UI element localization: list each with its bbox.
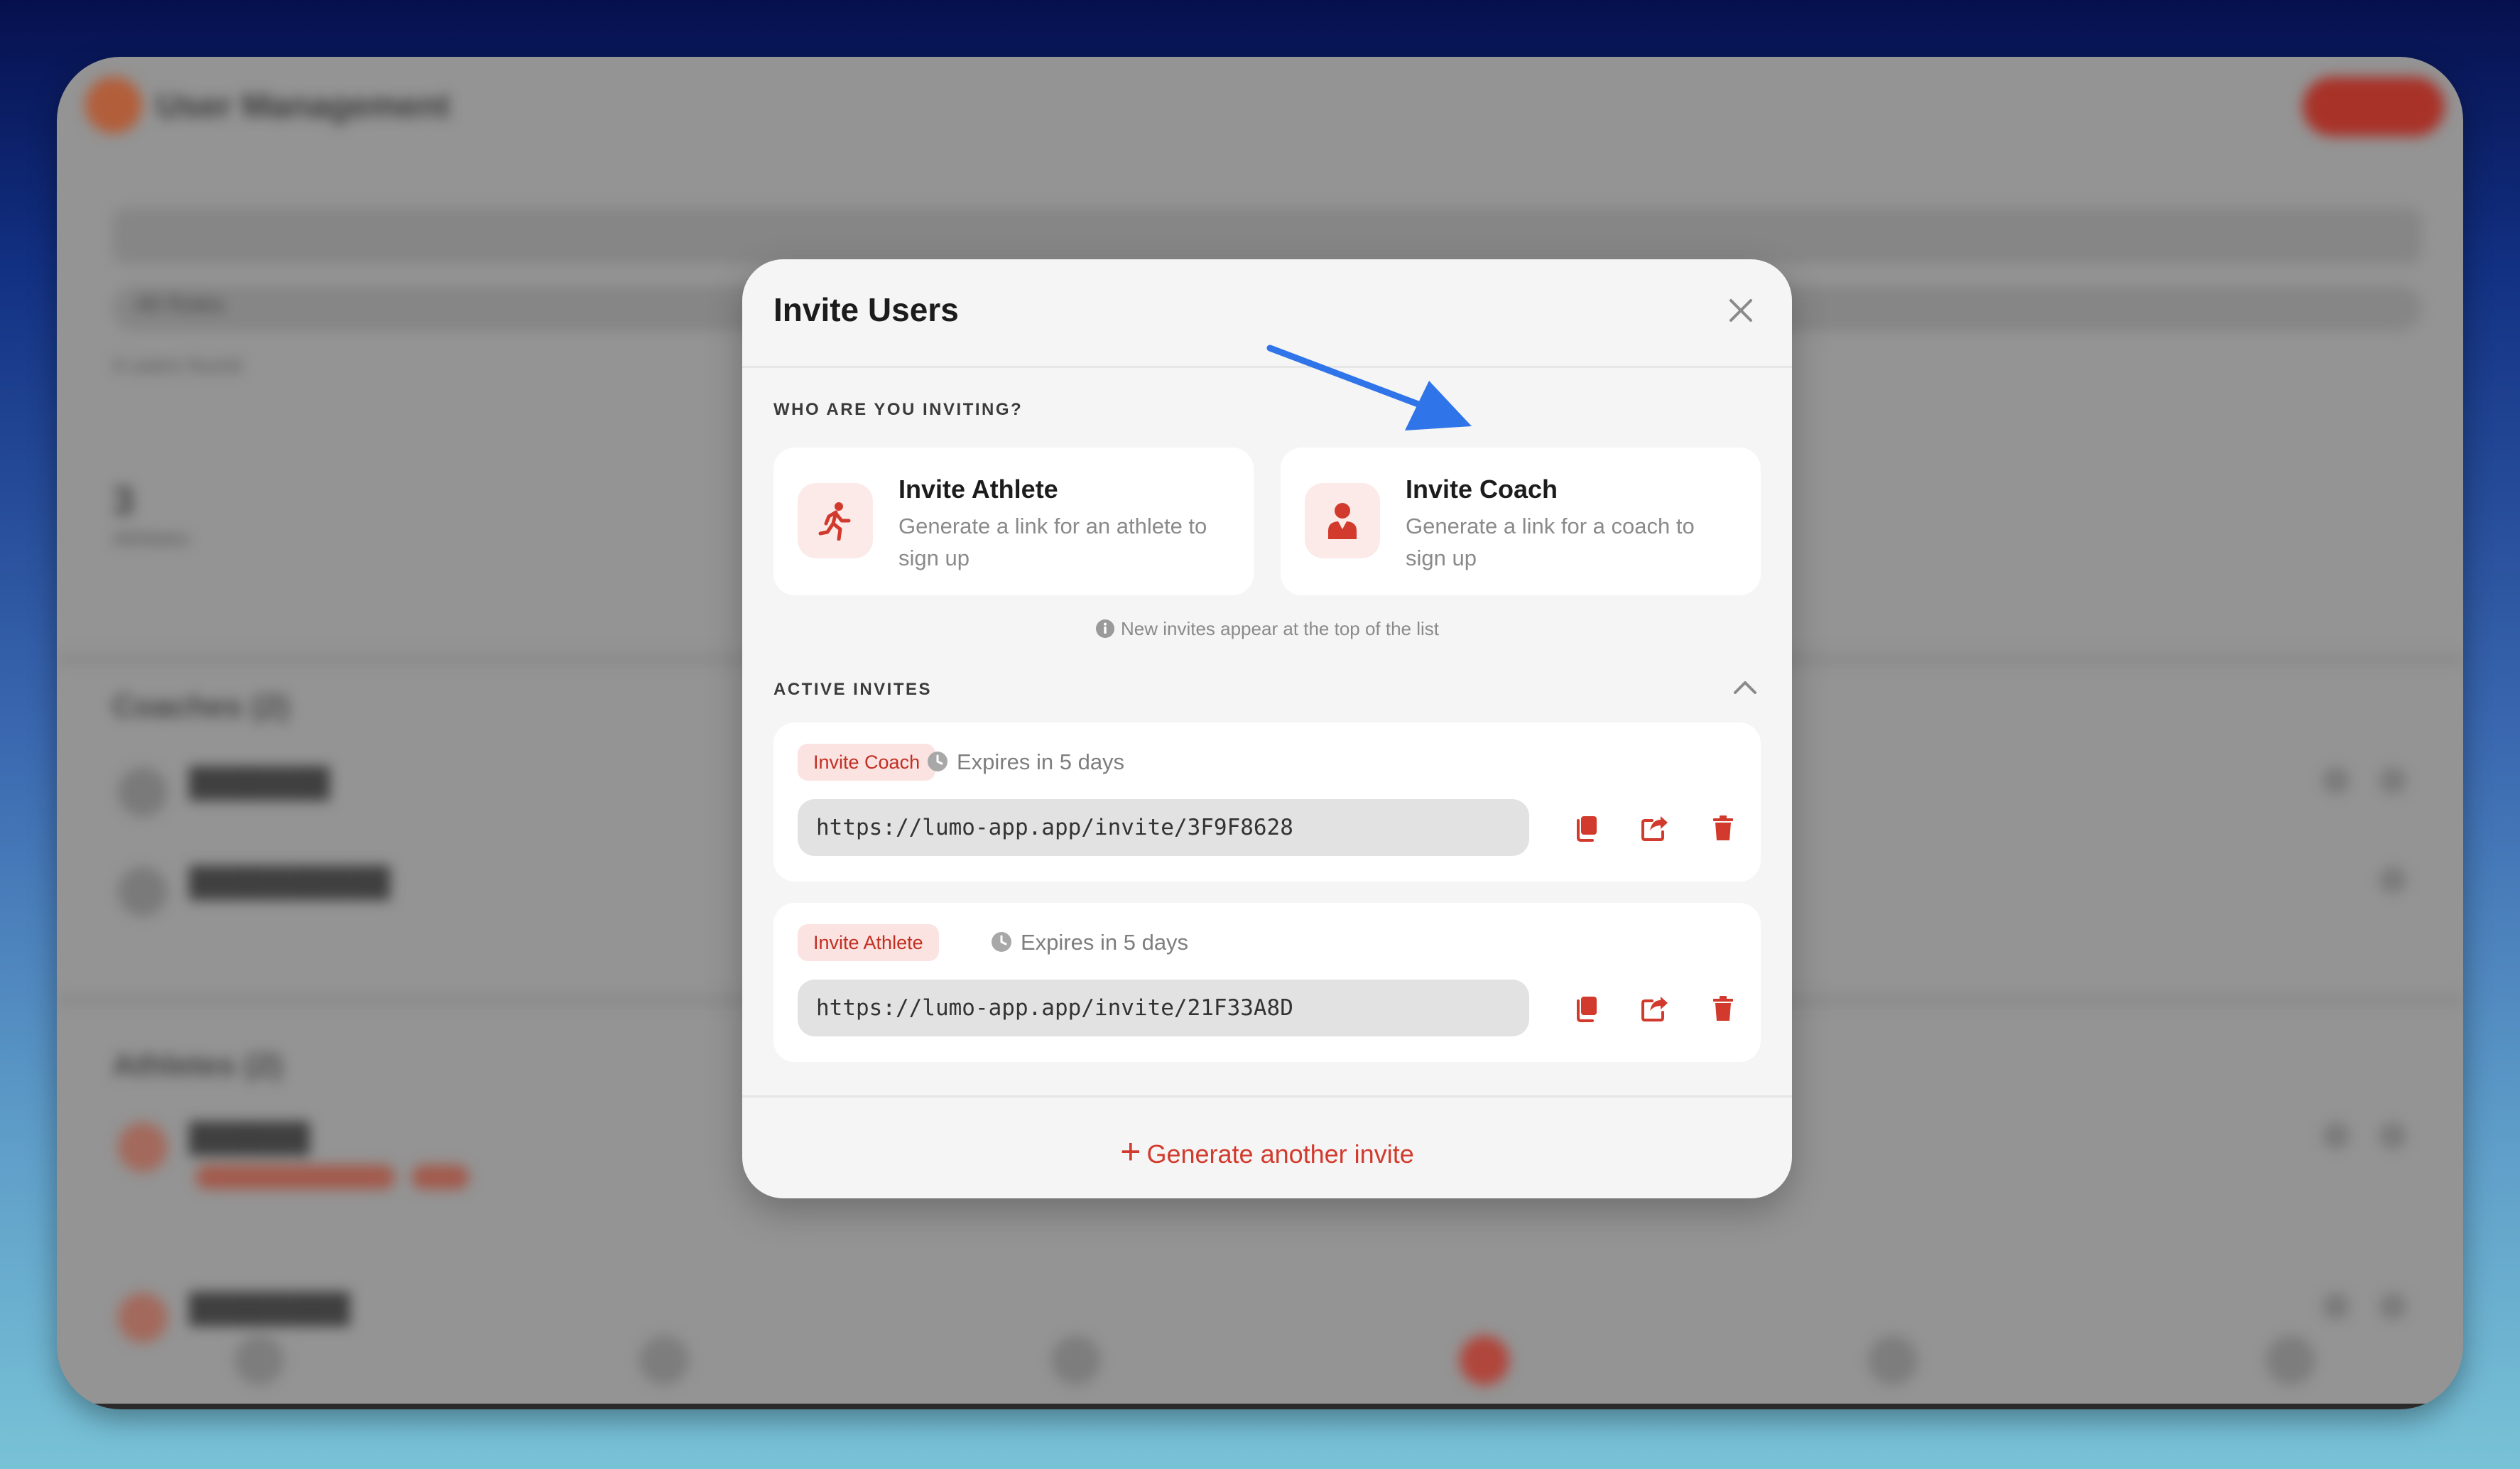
expires-label: Expires in 5 days — [991, 924, 1188, 961]
row-name-placeholder: ███████ — [189, 767, 330, 798]
app-logo — [85, 77, 142, 134]
row-action-icon — [2323, 767, 2350, 794]
invite-url-field[interactable] — [798, 799, 1529, 856]
coaches-section-title: Coaches (2) — [112, 689, 290, 724]
running-person-icon — [798, 483, 873, 558]
generate-label: Generate another invite — [1146, 1139, 1414, 1169]
who-inviting-label: WHO ARE YOU INVITING? — [773, 400, 1023, 419]
row-action-icon — [2379, 867, 2406, 894]
invite-coach-description: Generate a link for a coach to sign up — [1406, 514, 1695, 570]
clock-icon — [928, 751, 947, 771]
expires-text: Expires in 5 days — [957, 749, 1125, 774]
row-action-icon — [2379, 767, 2406, 794]
row-action-icon — [2323, 1122, 2350, 1149]
expires-label: Expires in 5 days — [927, 744, 1124, 781]
active-invites-label: ACTIVE INVITES — [773, 680, 933, 699]
status-tag — [412, 1165, 469, 1189]
nav-icon — [1051, 1335, 1101, 1385]
new-invites-hint: New invites appear at the top of the lis… — [742, 618, 1792, 640]
expires-text: Expires in 5 days — [1021, 930, 1189, 955]
info-icon — [1095, 619, 1115, 639]
row-name-placeholder: ████████ — [189, 1293, 350, 1324]
invite-athlete-description: Generate a link for an athlete to sign u… — [898, 514, 1207, 570]
avatar — [118, 767, 168, 817]
avatar — [118, 1293, 168, 1343]
add-user-button — [2303, 77, 2445, 136]
app-title: User Management — [156, 87, 450, 125]
plus-icon: + — [1120, 1132, 1141, 1171]
invite-coach-title: Invite Coach — [1406, 475, 1558, 504]
invite-coach-card[interactable]: Invite Coach Generate a link for a coach… — [1281, 448, 1761, 595]
copy-icon[interactable] — [1569, 991, 1604, 1026]
person-icon — [1305, 483, 1380, 558]
stat-label: Athletes — [112, 527, 190, 551]
user-count: 4 users found — [112, 354, 241, 377]
nav-icon-active — [1460, 1335, 1509, 1385]
hint-text: New invites appear at the top of the lis… — [1120, 618, 1440, 639]
modal-title: Invite Users — [773, 291, 959, 328]
search-bar — [112, 207, 2422, 264]
copy-icon[interactable] — [1569, 811, 1604, 846]
stat-value: 3 — [112, 478, 135, 523]
share-icon[interactable] — [1637, 811, 1673, 846]
invite-url-field[interactable] — [798, 980, 1529, 1036]
footer-divider — [742, 1095, 1792, 1097]
invite-athlete-card[interactable]: Invite Athlete Generate a link for an at… — [773, 448, 1254, 595]
nav-icon — [2266, 1335, 2315, 1385]
annotation-arrow — [1266, 345, 1472, 430]
nav-icon — [639, 1335, 689, 1385]
generate-another-invite-button[interactable]: + Generate another invite — [742, 1132, 1792, 1175]
avatar — [118, 867, 168, 916]
row-action-icon — [2323, 1293, 2350, 1320]
row-name-placeholder: ██████████ — [189, 867, 391, 898]
chevron-up-icon[interactable] — [1729, 676, 1761, 700]
row-action-icon — [2379, 1293, 2406, 1320]
nav-icon — [1868, 1335, 1918, 1385]
trash-icon[interactable] — [1705, 991, 1741, 1026]
share-icon[interactable] — [1637, 991, 1673, 1026]
trash-icon[interactable] — [1705, 811, 1741, 846]
status-tag — [196, 1165, 395, 1189]
clock-icon — [992, 931, 1011, 952]
athletes-section-title: Athletes (2) — [112, 1048, 283, 1083]
nav-icon — [234, 1335, 284, 1385]
row-name-placeholder: ██████ — [189, 1122, 310, 1154]
invite-card: Invite Athlete Expires in 5 days — [773, 903, 1761, 1062]
row-action-icon — [2379, 1122, 2406, 1149]
invite-type-badge: Invite Coach — [798, 744, 936, 781]
invite-athlete-title: Invite Athlete — [898, 475, 1058, 504]
close-icon[interactable] — [1721, 291, 1761, 330]
avatar — [118, 1122, 168, 1172]
invite-type-badge: Invite Athlete — [798, 924, 939, 961]
invite-card: Invite Coach Expires in 5 days — [773, 722, 1761, 882]
role-filter-label: All Roles — [135, 291, 225, 317]
